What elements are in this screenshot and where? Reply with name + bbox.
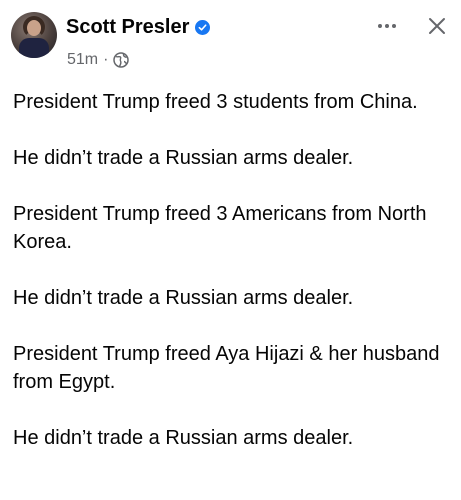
post-header: Scott Presler 51m · xyxy=(0,0,461,80)
post-paragraph: He didn’t trade a Russian arms dealer. xyxy=(13,147,354,169)
verified-badge-icon xyxy=(195,20,211,35)
facebook-post: Scott Presler 51m · President Trump free… xyxy=(0,0,461,500)
post-paragraph: He didn’t trade a Russian arms dealer. xyxy=(13,287,354,309)
more-horizontal-icon[interactable] xyxy=(373,12,401,40)
meta-separator: · xyxy=(103,51,109,68)
post-paragraph: President Trump freed 3 students from Ch… xyxy=(13,91,418,113)
post-paragraph: President Trump freed Aya Hijazi & her h… xyxy=(13,343,440,393)
author-avatar[interactable] xyxy=(11,12,57,58)
globe-icon[interactable] xyxy=(113,52,130,68)
post-paragraph: He didn’t trade a Russian arms dealer. xyxy=(13,427,354,449)
post-meta: 51m · xyxy=(67,51,130,69)
avatar-face xyxy=(27,20,41,36)
close-icon[interactable] xyxy=(423,12,451,40)
avatar-shirt xyxy=(19,38,49,58)
post-body: President Trump freed 3 students from Ch… xyxy=(13,88,453,480)
post-timestamp[interactable]: 51m xyxy=(67,51,98,69)
post-paragraph: President Trump freed 3 Americans from N… xyxy=(13,203,427,253)
author-name[interactable]: Scott Presler xyxy=(66,16,189,39)
author-name-row: Scott Presler xyxy=(66,16,211,39)
